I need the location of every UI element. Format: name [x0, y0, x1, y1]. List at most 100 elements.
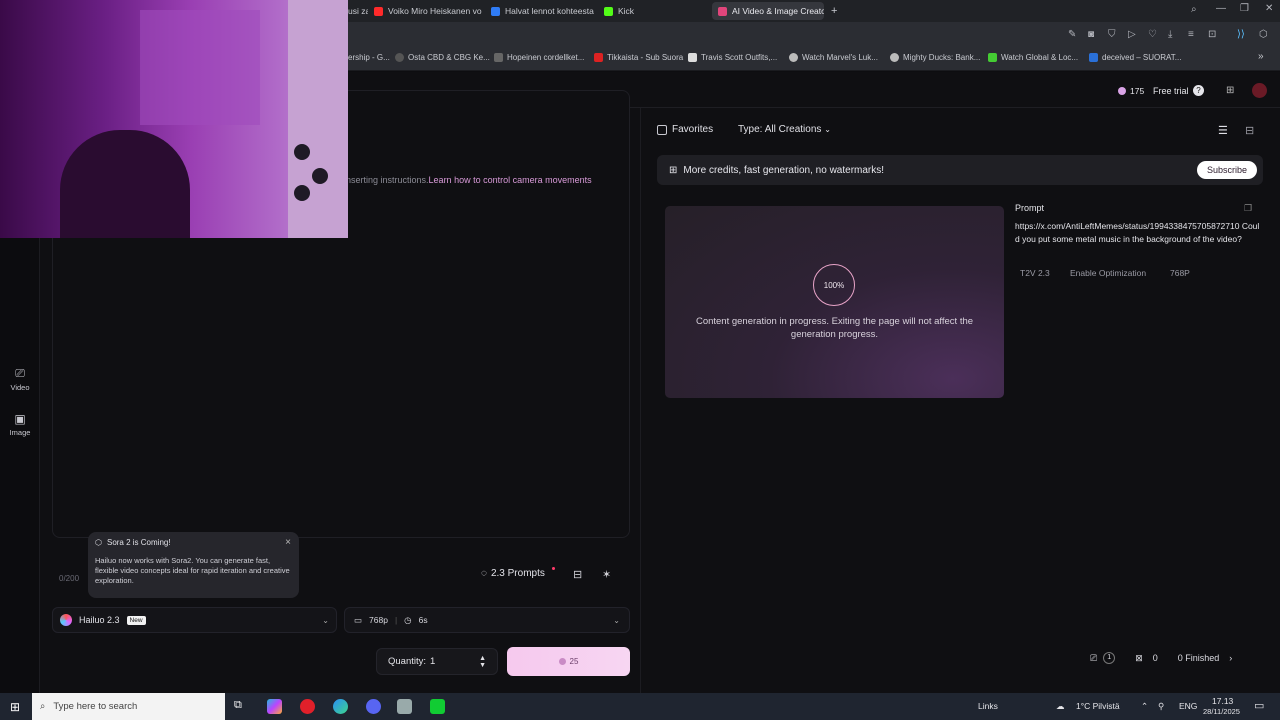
tab-1[interactable]: usi za [348, 2, 368, 20]
tooltip-close-button[interactable]: × [285, 537, 291, 548]
tray-chevron-icon[interactable]: ⌃ [1141, 701, 1148, 712]
free-trial-link[interactable]: Free trial [1153, 86, 1189, 96]
bookmark-7[interactable]: Mighty Ducks: Bank... [890, 53, 980, 62]
prompts-button[interactable]: ◌ 2.3 Prompts [481, 568, 545, 579]
language-indicator[interactable]: ENG [1179, 701, 1197, 711]
magic-icon[interactable]: ✶ [602, 568, 611, 581]
favorites-filter[interactable]: Favorites [657, 124, 713, 135]
clock-date[interactable]: 28/11/2025 [1203, 707, 1240, 716]
help-icon[interactable]: ? [1193, 85, 1204, 96]
edge-icon[interactable] [333, 699, 348, 714]
settings-icon[interactable]: ⬡ [1259, 29, 1268, 40]
webcam-knobs [292, 140, 332, 210]
type-filter[interactable]: Type: All Creations ⌄ [738, 124, 831, 135]
flights-icon [491, 6, 500, 16]
weather-text[interactable]: 1°C Pilvistä [1076, 701, 1120, 711]
bookmark-6[interactable]: Watch Marvel's Luk... [789, 53, 878, 62]
restore-icon[interactable]: ❐ [1240, 3, 1249, 14]
tab-active[interactable]: AI Video & Image Creato [712, 2, 824, 20]
bookmark-1[interactable]: ership - G... [348, 53, 390, 62]
network-icon: ⚲ [1158, 701, 1165, 711]
tab-4[interactable]: Kick [604, 2, 664, 20]
notification-dot [552, 567, 555, 570]
opera-icon[interactable] [300, 699, 315, 714]
generate-cost: 25 [569, 657, 579, 666]
quantity-stepper[interactable]: Quantity: 1 ▲ ▼ [376, 648, 498, 675]
task-view-icon[interactable]: ⧉ [234, 699, 242, 712]
generation-card[interactable]: 100% Content generation in progress. Exi… [665, 206, 1004, 398]
camera-movement-link[interactable]: Learn how to control camera movements [429, 175, 592, 185]
stepper-arrows-icon[interactable]: ▲ ▼ [479, 655, 486, 669]
copy-icon[interactable]: ❐ [1244, 203, 1252, 214]
taskbar-search[interactable]: ⌕ Type here to search [32, 693, 225, 720]
bookmark-8[interactable]: Watch Global & Loc... [988, 53, 1078, 62]
search-icon[interactable]: ⌕ [1191, 4, 1197, 15]
panel-view-icon[interactable]: ⊟ [1245, 124, 1254, 137]
list-view-icon[interactable]: ☰ [1218, 124, 1228, 137]
bookmark-9[interactable]: deceived – SUORAT... [1089, 53, 1181, 62]
close-icon[interactable]: ✕ [1265, 3, 1273, 14]
panel-divider [640, 108, 641, 693]
bookmark-2[interactable]: Osta CBD & CBG Ke... [395, 53, 490, 62]
bookmark-6-label: Watch Marvel's Luk... [802, 53, 878, 62]
bookmark-3-label: Hopeinen cordellket... [507, 53, 585, 62]
credits-value: 175 [1130, 86, 1145, 96]
app-icon-5[interactable] [397, 699, 412, 714]
done-icon: ⊠ [1135, 652, 1143, 663]
lock-icon[interactable]: ⊡ [1208, 29, 1216, 40]
rail-item-video-label: Video [10, 383, 30, 392]
edit-icon[interactable]: ✎ [1068, 29, 1076, 40]
bookmark-5-label: Travis Scott Outfits,... [701, 53, 778, 62]
rail-item-video[interactable]: ⎚ Video [0, 366, 40, 392]
subscribe-button[interactable]: Subscribe [1196, 161, 1257, 179]
tooltip-title-row: ⬡ Sora 2 is Coming! [95, 538, 292, 547]
promo-text: More credits, fast generation, no waterm… [683, 164, 885, 176]
heart-icon[interactable]: ♡ [1148, 29, 1157, 40]
clock-time[interactable]: 17.13 [1212, 696, 1233, 706]
chevron-down-icon: ⌄ [824, 125, 831, 134]
tab-2[interactable]: Voiko Miro Heiskanen voi [374, 2, 482, 20]
bookmark-9-label: deceived – SUORAT... [1102, 53, 1182, 62]
links-toolbar[interactable]: Links [978, 701, 998, 711]
download-icon[interactable]: ⤓ [1168, 29, 1172, 40]
play-icon[interactable]: ▷ [1128, 29, 1136, 40]
credits-display[interactable]: 175 [1118, 86, 1144, 96]
model-selector[interactable]: Hailuo 2.3 New ⌄ [52, 607, 337, 633]
bulb-icon: ◌ [481, 568, 487, 579]
bookmarks-more-button[interactable]: » [1258, 51, 1264, 62]
bookmark-5[interactable]: Travis Scott Outfits,... [688, 53, 777, 62]
settings-selector[interactable]: ▭ 768p | ◷ 6s ⌄ [344, 607, 630, 633]
separator: | [394, 615, 398, 625]
favorites-checkbox[interactable] [657, 124, 667, 135]
prompts-label: 2.3 Prompts [490, 568, 545, 579]
discord-icon[interactable] [366, 699, 381, 714]
queue-status[interactable]: ⎚ 1 ⊠ 0 0 Finished › [1088, 645, 1258, 671]
library-icon[interactable]: ⊟ [573, 568, 582, 581]
rail-item-image[interactable]: ▣ Image [0, 412, 40, 437]
chip-model: T2V 2.3 [1020, 268, 1050, 278]
extension-icon[interactable]: ⟩⟩ [1237, 29, 1245, 40]
model-logo-icon [60, 614, 72, 626]
app-icon-6[interactable] [430, 699, 445, 714]
app-icon-1[interactable] [267, 699, 282, 714]
shield-icon[interactable]: ⛉ [1108, 29, 1116, 40]
bookmark-2-label: Osta CBD & CBG Ke... [408, 53, 490, 62]
avatar[interactable] [1252, 83, 1267, 98]
camera-icon[interactable]: ◙ [1088, 29, 1094, 40]
tab-3[interactable]: Halvat lennot kohteesta H [491, 2, 596, 20]
gift-icon[interactable]: ⊞ [1226, 85, 1234, 96]
notification-icon[interactable]: ▭ [1254, 699, 1264, 712]
bookmark-4[interactable]: Tikkaista - Sub Suora [594, 53, 683, 62]
minimize-icon[interactable]: — [1216, 3, 1226, 14]
windows-taskbar: ⊞ ⌕ Type here to search ⧉ Links ☁ 1°C Pi… [0, 693, 1280, 720]
windows-start-icon[interactable]: ⊞ [10, 700, 20, 714]
resolution-value: 768p [369, 615, 388, 625]
site-icon [988, 53, 997, 62]
new-tab-button[interactable]: + [831, 2, 837, 20]
editor-hint-text: nserting instructions. [346, 175, 429, 185]
finished-label: 0 Finished [1177, 653, 1220, 663]
menu-icon[interactable]: ≡ [1188, 29, 1194, 40]
bookmark-3[interactable]: Hopeinen cordellket... [494, 53, 584, 62]
generate-button[interactable]: 25 [507, 647, 630, 676]
clock-icon: ◷ [404, 614, 412, 625]
